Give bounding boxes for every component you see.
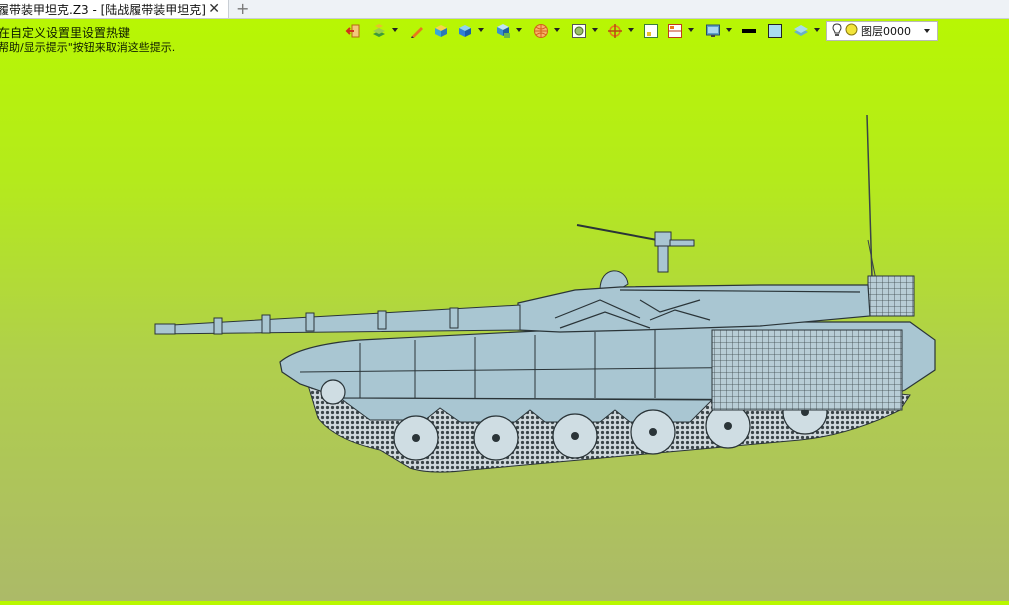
layer-select[interactable]: 图层0000 — [826, 21, 938, 41]
antenna — [866, 114, 873, 279]
render-frame-icon[interactable] — [570, 22, 588, 40]
sun-icon[interactable] — [845, 23, 858, 39]
crosshair-icon[interactable] — [606, 22, 624, 40]
main-gun — [154, 304, 521, 335]
color-swatch-icon[interactable] — [766, 22, 784, 40]
exit-icon[interactable] — [344, 22, 362, 40]
tank-model — [154, 114, 936, 473]
chevron-down-icon[interactable] — [516, 28, 522, 32]
box-display-icon[interactable] — [494, 22, 512, 40]
new-tab-plus-icon[interactable]: + — [236, 0, 249, 17]
tab-bar: 履带装甲坦克.Z3 - [陆战履带装甲坦克] ✕ + — [0, 0, 1009, 19]
layer-plane-icon[interactable] — [792, 22, 810, 40]
chevron-down-icon[interactable] — [592, 28, 598, 32]
engine-grille — [711, 329, 903, 411]
chevron-down-icon[interactable] — [814, 28, 820, 32]
document-tab-title: 履带装甲坦克.Z3 - [陆战履带装甲坦克] — [0, 2, 206, 17]
view-single-icon[interactable] — [642, 22, 660, 40]
chevron-down-icon[interactable] — [924, 29, 930, 33]
chevron-down-icon[interactable] — [478, 28, 484, 32]
lightbulb-icon[interactable] — [832, 22, 842, 40]
box-yellow-icon[interactable] — [432, 22, 450, 40]
monitor-icon[interactable] — [704, 22, 722, 40]
machine-gun — [576, 224, 695, 273]
chevron-down-icon[interactable] — [392, 28, 398, 32]
layers-stack-icon[interactable] — [370, 22, 388, 40]
close-icon[interactable]: ✕ — [208, 0, 220, 18]
pen-icon[interactable] — [408, 22, 426, 40]
box-blue-icon[interactable] — [456, 22, 474, 40]
document-tab[interactable]: 履带装甲坦克.Z3 - [陆战履带装甲坦克] ✕ — [0, 0, 229, 18]
chevron-down-icon[interactable] — [688, 28, 694, 32]
chevron-down-icon[interactable] — [554, 28, 560, 32]
sphere-grid-icon[interactable] — [532, 22, 550, 40]
view-split-icon[interactable] — [666, 22, 684, 40]
line-weight-icon[interactable] — [740, 22, 758, 40]
chevron-down-icon[interactable] — [628, 28, 634, 32]
chevron-down-icon[interactable] — [726, 28, 732, 32]
layer-value: 图层0000 — [861, 25, 911, 38]
3d-viewport[interactable] — [0, 50, 1009, 601]
